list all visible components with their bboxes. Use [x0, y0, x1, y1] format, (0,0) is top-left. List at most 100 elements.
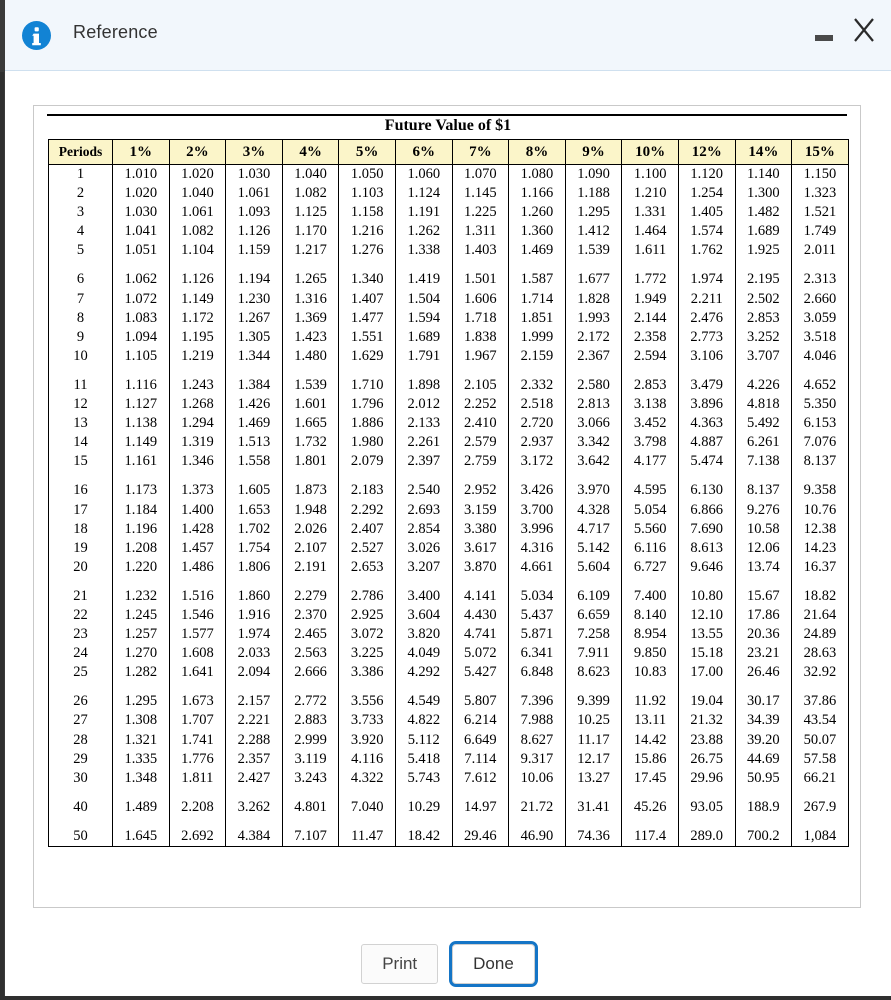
cell-value: 1.262: [394, 222, 453, 242]
cell-period: 14: [48, 433, 113, 453]
cell-value: 1.741: [168, 730, 227, 750]
cell-value: 11.47: [338, 826, 396, 847]
cell-value: 26.75: [677, 749, 736, 769]
cell-value: 2.313: [791, 270, 849, 290]
cell-value: 1.898: [394, 375, 453, 396]
title-rule: [47, 114, 847, 116]
cell-value: 1.265: [281, 270, 340, 290]
cell-value: 1.243: [168, 375, 227, 396]
cell-value: 7.076: [791, 433, 849, 453]
table-row: 25 1.282 1.641 2.094 2.666 3.386 4.292 5.427 6.8…: [48, 663, 849, 683]
cell-value: 2.033: [225, 644, 283, 664]
cell-value: 1.464: [621, 222, 679, 242]
close-icon: [854, 18, 874, 42]
cell-value: 2.410: [451, 414, 510, 434]
cell-value: 1.428: [168, 519, 227, 539]
cell-period: 24: [48, 644, 113, 664]
cell-value: 1.219: [168, 346, 227, 366]
cell-value: 3.172: [508, 452, 566, 472]
cell-value: 6.153: [791, 414, 849, 434]
cell-value: 1.762: [677, 241, 736, 261]
cell-value: 3.870: [451, 557, 510, 577]
cell-value: 5.492: [734, 414, 793, 434]
cell-value: 1.040: [281, 164, 340, 185]
cell-period: 11: [48, 375, 113, 396]
cell-value: 1.673: [168, 692, 227, 712]
cell-value: 1.170: [281, 222, 340, 242]
column-header-rate: 4%: [281, 139, 340, 165]
cell-value: 1.295: [564, 203, 623, 223]
table-row-spacer: [48, 816, 849, 827]
cell-value: 1.457: [168, 538, 227, 558]
table-row: 15 1.161 1.346 1.558 1.801 2.079 2.397 2.759 3.1…: [48, 452, 849, 472]
cell-value: 1.070: [451, 164, 510, 185]
cell-period: 16: [48, 481, 113, 501]
cell-period: 8: [48, 308, 113, 328]
close-button[interactable]: [847, 10, 881, 50]
cell-value: 1.974: [677, 270, 736, 290]
cell-value: 1.504: [394, 289, 453, 309]
cell-value: 13.27: [564, 768, 623, 788]
cell-value: 11.17: [564, 730, 623, 750]
table-row-spacer: [48, 260, 849, 271]
cell-value: 26.46: [734, 663, 793, 683]
cell-period: 29: [48, 749, 113, 769]
cell-value: 1.208: [112, 538, 170, 558]
cell-value: 17.86: [734, 605, 793, 626]
table-row: 30 1.348 1.811 2.427 3.243 4.322 5.743 7.612 10.…: [48, 768, 849, 788]
cell-value: 21.64: [791, 605, 849, 626]
cell-value: 2.252: [451, 395, 510, 415]
cell-value: 3.380: [451, 519, 510, 539]
cell-value: 3.342: [564, 433, 623, 453]
cell-value: 2.660: [791, 289, 849, 309]
cell-value: 1.316: [281, 289, 340, 309]
cell-period: 4: [48, 222, 113, 242]
cell-value: 10.25: [564, 711, 623, 731]
cell-value: 4.661: [508, 557, 566, 577]
cell-value: 2.540: [394, 481, 453, 501]
cell-value: 6.649: [451, 730, 510, 750]
cell-value: 2.358: [621, 327, 679, 347]
cell-value: 4.141: [451, 586, 510, 606]
cell-value: 1.369: [281, 308, 340, 328]
cell-value: 2.653: [338, 557, 396, 577]
cell-value: 6.659: [564, 605, 623, 626]
cell-value: 1.949: [621, 289, 679, 309]
cell-value: 12.17: [564, 749, 623, 769]
cell-value: 1.295: [112, 692, 170, 712]
print-button[interactable]: Print: [361, 944, 439, 984]
cell-value: 4.384: [225, 826, 283, 847]
table-row-spacer: [48, 365, 849, 376]
table-row-spacer: [48, 787, 849, 798]
minimize-button[interactable]: [811, 22, 841, 48]
cell-value: 1.346: [168, 452, 227, 472]
cell-value: 1.020: [112, 184, 170, 204]
cell-value: 1.403: [451, 241, 510, 261]
cell-value: 4.430: [451, 605, 510, 626]
cell-value: 1.601: [281, 395, 340, 415]
cell-value: 1.217: [281, 241, 340, 261]
cell-period: 1: [48, 164, 113, 185]
cell-value: 3.252: [734, 327, 793, 347]
cell-value: 6.848: [508, 663, 566, 683]
cell-value: 10.29: [394, 797, 453, 817]
cell-value: 2.159: [508, 346, 566, 366]
table-row: 40 1.489 2.208 3.262 4.801 7.040 10.29 14.97 21.…: [48, 797, 849, 817]
cell-value: 9.850: [621, 644, 679, 664]
cell-value: 34.39: [734, 711, 793, 731]
cell-period: 10: [48, 346, 113, 366]
cell-value: 4.116: [338, 749, 396, 769]
cell-value: 2.157: [225, 692, 283, 712]
cell-period: 5: [48, 241, 113, 261]
cell-value: 2.407: [338, 519, 396, 539]
cell-value: 2.133: [394, 414, 453, 434]
cell-value: 3.159: [451, 500, 510, 520]
cell-value: 2.952: [451, 481, 510, 501]
cell-value: 3.518: [791, 327, 849, 347]
cell-value: 3.479: [677, 375, 736, 396]
cell-value: 1.294: [168, 414, 227, 434]
cell-value: 1.268: [168, 395, 227, 415]
cell-value: 11.92: [621, 692, 679, 712]
cell-value: 1.967: [451, 346, 510, 366]
done-button[interactable]: Done: [449, 941, 538, 987]
